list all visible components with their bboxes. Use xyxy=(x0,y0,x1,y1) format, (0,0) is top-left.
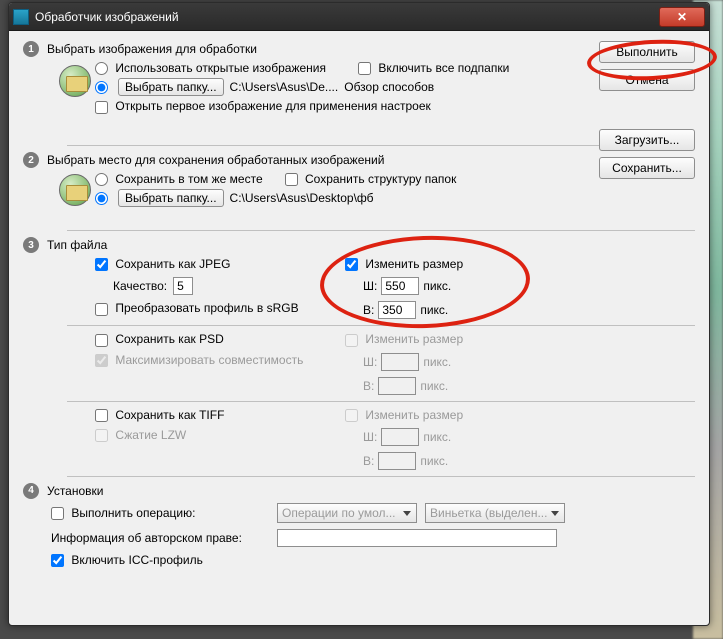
save-same-location-radio[interactable]: Сохранить в том же месте xyxy=(95,172,263,186)
copyright-input[interactable] xyxy=(277,529,557,547)
src-browse-link[interactable]: Обзор способов xyxy=(344,80,434,94)
folder-icon xyxy=(59,65,91,97)
section-1-title: Выбрать изображения для обработки xyxy=(47,42,257,56)
jpeg-resize-checkbox[interactable]: Изменить размер xyxy=(345,257,463,271)
psd-width-label: Ш: xyxy=(363,355,377,369)
save-as-jpeg-checkbox[interactable]: Сохранить как JPEG xyxy=(95,257,230,271)
jpeg-width-input[interactable] xyxy=(381,277,419,295)
tiff-height-label: В: xyxy=(363,454,374,468)
px-label: пикс. xyxy=(423,430,451,444)
psd-height-input xyxy=(378,377,416,395)
step-4-badge: 4 xyxy=(23,483,39,499)
select-dst-folder-button[interactable]: Выбрать папку... xyxy=(118,189,224,207)
tiff-width-input xyxy=(381,428,419,446)
select-src-folder-button[interactable]: Выбрать папку... xyxy=(118,78,224,96)
app-icon xyxy=(13,9,29,25)
section-2-title: Выбрать место для сохранения обработанны… xyxy=(47,153,384,167)
section-3-title: Тип файла xyxy=(47,238,107,252)
quality-input[interactable] xyxy=(173,277,193,295)
section-4-title: Установки xyxy=(47,484,103,498)
titlebar[interactable]: Обработчик изображений ✕ xyxy=(9,3,709,31)
close-button[interactable]: ✕ xyxy=(659,7,705,27)
max-compat-checkbox: Максимизировать совместимость xyxy=(95,353,303,367)
tiff-width-label: Ш: xyxy=(363,430,377,444)
use-open-images-radio[interactable]: Использовать открытые изображения xyxy=(95,61,326,75)
run-action-checkbox[interactable]: Выполнить операцию: xyxy=(51,506,271,520)
convert-srgb-checkbox[interactable]: Преобразовать профиль в sRGB xyxy=(95,301,299,315)
psd-resize-checkbox: Изменить размер xyxy=(345,332,463,346)
folder-icon xyxy=(59,174,91,206)
image-processor-dialog: Обработчик изображений ✕ Выполнить Отмен… xyxy=(8,2,710,626)
quality-label: Качество: xyxy=(113,279,167,293)
open-first-image-checkbox[interactable]: Открыть первое изображение для применени… xyxy=(95,99,431,113)
keep-folder-structure-checkbox[interactable]: Сохранить структуру папок xyxy=(285,172,457,186)
select-dst-folder-radio[interactable] xyxy=(95,191,112,205)
dst-path: C:\Users\Asus\Desktop\фб xyxy=(230,191,374,205)
src-path: C:\Users\Asus\De.... xyxy=(230,80,339,94)
px-label: пикс. xyxy=(420,379,448,393)
include-subfolders-checkbox[interactable]: Включить все подпапки xyxy=(358,61,509,75)
action-set-dropdown: Операции по умол... xyxy=(277,503,417,523)
save-as-psd-checkbox[interactable]: Сохранить как PSD xyxy=(95,332,224,346)
lzw-checkbox: Сжатие LZW xyxy=(95,428,186,442)
action-dropdown: Виньетка (выделен... xyxy=(425,503,565,523)
save-as-tiff-checkbox[interactable]: Сохранить как TIFF xyxy=(95,408,224,422)
tiff-height-input xyxy=(378,452,416,470)
px-label: пикс. xyxy=(423,279,451,293)
px-label: пикс. xyxy=(423,355,451,369)
psd-height-label: В: xyxy=(363,379,374,393)
step-2-badge: 2 xyxy=(23,152,39,168)
tiff-resize-checkbox: Изменить размер xyxy=(345,408,463,422)
include-icc-checkbox[interactable]: Включить ICC-профиль xyxy=(51,553,203,567)
psd-width-input xyxy=(381,353,419,371)
jpeg-width-label: Ш: xyxy=(363,279,377,293)
step-1-badge: 1 xyxy=(23,41,39,57)
select-src-folder-radio[interactable] xyxy=(95,80,112,94)
px-label: пикс. xyxy=(420,303,448,317)
jpeg-height-label: В: xyxy=(363,303,374,317)
step-3-badge: 3 xyxy=(23,237,39,253)
window-title: Обработчик изображений xyxy=(35,10,659,24)
copyright-label: Информация об авторском праве: xyxy=(51,531,271,545)
px-label: пикс. xyxy=(420,454,448,468)
jpeg-height-input[interactable] xyxy=(378,301,416,319)
